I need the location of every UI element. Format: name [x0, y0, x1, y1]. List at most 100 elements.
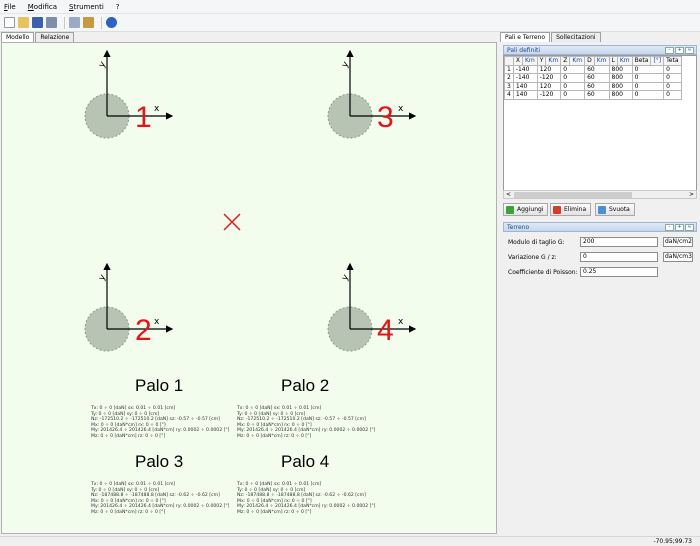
cell-teta[interactable]: 0	[663, 90, 682, 100]
chevron-up-icon[interactable]: ≈	[685, 224, 694, 231]
col-header-unit: Km	[569, 56, 586, 66]
cell-d[interactable]: 60	[584, 64, 610, 74]
palo-2-title: Palo 2	[281, 376, 330, 395]
col-header-unit: [°]	[650, 56, 665, 66]
cell-y[interactable]: -120	[536, 90, 562, 100]
print-icon[interactable]	[46, 17, 57, 28]
table-row[interactable]: 1 -140 120 0 60 800 0 0	[504, 64, 682, 74]
collapse-button[interactable]: -	[665, 224, 674, 231]
cell-y[interactable]: 120	[536, 64, 562, 74]
result-line: Nz: -172510.2 ÷ -172510.2 [daN] sz: -0.5…	[237, 417, 366, 423]
cell-l[interactable]: 800	[608, 81, 633, 91]
cell-x[interactable]: -140	[512, 73, 538, 83]
pile-diagram: x y 1 x y 3 x y 2 x y 4	[84, 49, 417, 352]
right-panel: Pali definiti - + ≈ X Km Y Km Z Km D Km …	[500, 42, 700, 534]
scroll-right-icon[interactable]: >	[689, 191, 694, 198]
elimina-button[interactable]: Elimina	[550, 203, 592, 216]
cell-d[interactable]: 60	[584, 73, 610, 83]
result-line: Mz: 0 ÷ 0 [daN*cm] rz: 0 ÷ 0 [°]	[91, 433, 166, 439]
tab-pali-e-terreno[interactable]: Pali e Terreno	[500, 32, 551, 42]
table-header-row: X Km Y Km Z Km D Km L Km Beta [°] Teta	[504, 56, 682, 66]
scrollbar-thumb[interactable]	[514, 192, 632, 198]
pile-2[interactable]: x y 2	[84, 262, 174, 352]
table-row[interactable]: 4 140 -120 0 60 800 0 0	[504, 90, 682, 100]
table-row[interactable]: 3 140 120 0 60 800 0 0	[504, 81, 682, 91]
menu-file[interactable]: File	[4, 3, 16, 11]
save-icon[interactable]	[32, 17, 43, 28]
menu-bar: File Modifica Strumenti ?	[0, 0, 700, 14]
button-label: Aggiungi	[517, 206, 544, 213]
tab-modello[interactable]: Modello	[1, 32, 35, 42]
piles-grid[interactable]: X Km Y Km Z Km D Km L Km Beta [°] Teta 1…	[503, 55, 697, 192]
tab-relazione[interactable]: Relazione	[35, 32, 75, 42]
open-folder-icon[interactable]	[18, 17, 29, 28]
modulo-taglio-input[interactable]: 200	[580, 237, 658, 247]
svuota-button[interactable]: Svuota	[595, 203, 635, 216]
cell-y[interactable]: -120	[536, 73, 562, 83]
row-index: 1	[504, 64, 514, 74]
cell-beta[interactable]: 0	[631, 90, 665, 100]
corner-cell	[504, 56, 514, 66]
cell-y[interactable]: 120	[536, 81, 562, 91]
col-header-unit: Km	[545, 56, 562, 66]
poisson-label: Coefficiente di Poisson:	[508, 269, 578, 276]
col-header-x: X	[512, 56, 523, 66]
variazione-g-unit[interactable]: daN/cm3	[663, 252, 693, 262]
menu-strumenti[interactable]: Strumenti	[69, 3, 104, 11]
variazione-g-input[interactable]: 0	[580, 252, 658, 262]
palo-3-results: Tx: 0 ÷ 0 [daN] sx: 0.01 ÷ 0.01 [cm] Ty:…	[91, 482, 229, 516]
collapse-button[interactable]: -	[665, 47, 674, 54]
new-file-icon[interactable]	[4, 17, 15, 28]
copy-icon[interactable]	[69, 17, 80, 28]
cell-teta[interactable]: 0	[663, 73, 682, 83]
cell-teta[interactable]: 0	[663, 64, 682, 74]
plus-icon	[506, 205, 514, 214]
cell-beta[interactable]: 0	[631, 81, 665, 91]
status-bar: -70.95;99.73	[0, 536, 700, 546]
cell-x[interactable]: -140	[512, 64, 538, 74]
cell-l[interactable]: 800	[608, 73, 633, 83]
cell-l[interactable]: 800	[608, 90, 633, 100]
tab-sollecitazioni[interactable]: Sollecitazioni	[551, 32, 601, 42]
menu-modifica[interactable]: Modifica	[28, 3, 57, 11]
cell-z[interactable]: 0	[560, 64, 586, 74]
cell-x[interactable]: 140	[512, 90, 538, 100]
cell-d[interactable]: 60	[584, 81, 610, 91]
pali-definiti-header: Pali definiti - + ≈	[503, 45, 697, 55]
modulo-taglio-unit[interactable]: daN/cm2	[663, 237, 693, 247]
chevron-up-icon[interactable]: ≈	[685, 47, 694, 54]
cell-teta[interactable]: 0	[663, 81, 682, 91]
print-preview-icon[interactable]	[83, 17, 94, 28]
pile-number: 1	[135, 101, 152, 134]
cell-l[interactable]: 800	[608, 64, 633, 74]
cell-beta[interactable]: 0	[631, 73, 665, 83]
cell-z[interactable]: 0	[560, 90, 586, 100]
menu-help[interactable]: ?	[116, 3, 120, 11]
palo-3-title: Palo 3	[135, 452, 184, 471]
model-canvas[interactable]: x y 1 x y 3 x y 2 x y 4 Palo 1 Tx: 0 ÷ 0…	[1, 42, 497, 534]
pile-3[interactable]: x y 3	[327, 49, 417, 139]
terreno-header: Terreno - + ≈	[503, 222, 697, 232]
pile-4[interactable]: x y 4	[327, 262, 417, 352]
help-icon[interactable]	[106, 17, 117, 28]
cell-x[interactable]: 140	[512, 81, 538, 91]
palo-1-results: Tx: 0 ÷ 0 [daN] sx: 0.01 ÷ 0.01 [cm] Ty:…	[91, 406, 229, 440]
table-row[interactable]: 2 -140 -120 0 60 800 0 0	[504, 73, 682, 83]
cell-d[interactable]: 60	[584, 90, 610, 100]
row-index: 2	[504, 73, 514, 83]
poisson-input[interactable]: 0.25	[580, 267, 658, 277]
cell-z[interactable]: 0	[560, 73, 586, 83]
x-axis-label: x	[398, 317, 404, 327]
cell-z[interactable]: 0	[560, 81, 586, 91]
section-title: Terreno	[507, 224, 530, 231]
col-header-unit: Km	[616, 56, 633, 66]
scroll-left-icon[interactable]: <	[506, 191, 511, 198]
expand-button[interactable]: +	[675, 47, 684, 54]
variazione-g-label: Variazione G / z:	[508, 254, 557, 261]
expand-button[interactable]: +	[675, 224, 684, 231]
aggiungi-button[interactable]: Aggiungi	[503, 203, 549, 216]
col-header-unit: Km	[593, 56, 610, 66]
horizontal-scrollbar[interactable]: < >	[503, 190, 697, 199]
cell-beta[interactable]: 0	[631, 64, 665, 74]
pile-1[interactable]: x y 1	[84, 49, 174, 139]
